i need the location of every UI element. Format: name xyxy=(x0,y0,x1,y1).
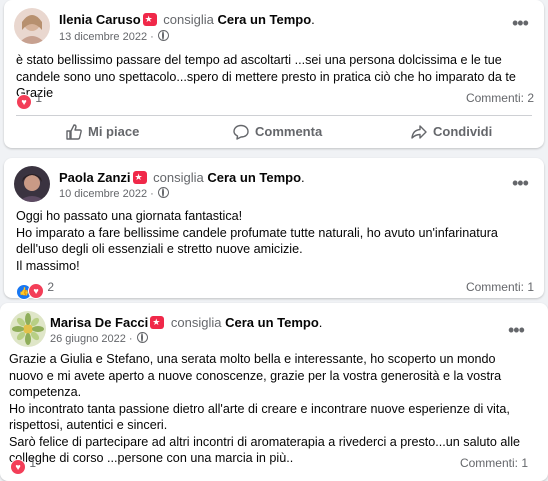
author-name[interactable]: Paola Zanzi xyxy=(59,170,131,185)
post-paragraph: Ho incontrato tanta passione dietro all'… xyxy=(9,401,510,433)
post-date[interactable]: 13 dicembre 2022 xyxy=(59,31,147,43)
avatar[interactable] xyxy=(14,166,50,202)
post-date[interactable]: 26 giugno 2022 xyxy=(50,333,126,345)
recommends-label: consiglia xyxy=(170,315,222,330)
reactions-count: 1 xyxy=(35,91,43,105)
post-paragraph: Ho imparato a fare bellissime candele pr… xyxy=(16,225,498,257)
post-paragraph: Oggi ho passato una giornata fantastica! xyxy=(16,209,243,223)
share-label: Condividi xyxy=(433,124,493,139)
reactions-summary[interactable]: ♥ 1 xyxy=(10,456,36,475)
divider xyxy=(16,115,532,116)
post-date-line: 10 dicembre 2022 · xyxy=(59,187,169,200)
recommends-label: consiglia xyxy=(153,170,204,185)
globe-icon xyxy=(157,30,169,41)
love-reaction-icon: ♥ xyxy=(28,283,44,299)
reactions-summary[interactable]: 👍 ♥ 2 xyxy=(16,280,54,300)
thumbs-up-icon xyxy=(66,124,82,140)
post-card: Marisa De Facci consiglia Cera un Tempo.… xyxy=(0,303,548,481)
post-card: Paola Zanzi consiglia Cera un Tempo. 10 … xyxy=(4,158,544,300)
reactions-count: 1 xyxy=(29,456,37,470)
comments-count[interactable]: Commenti: 1 xyxy=(466,280,534,294)
avatar[interactable] xyxy=(10,311,46,347)
comment-button[interactable]: Commenta xyxy=(233,124,322,140)
reactions-count: 2 xyxy=(47,280,55,294)
post-header: Marisa De Facci consiglia Cera un Tempo. xyxy=(50,315,322,330)
comments-count[interactable]: Commenti: 1 xyxy=(460,456,528,470)
recommend-icon xyxy=(150,316,165,329)
post-paragraph: Sarò felice di partecipare ad altri inco… xyxy=(9,434,521,466)
post-card: Ilenia Caruso consiglia Cera un Tempo. 1… xyxy=(4,0,544,148)
post-text: è stato bellissimo passare del tempo ad … xyxy=(16,52,536,102)
love-reaction-icon: ♥ xyxy=(10,459,26,475)
share-button[interactable]: Condividi xyxy=(411,124,492,140)
comments-count[interactable]: Commenti: 2 xyxy=(466,91,534,105)
post-header: Ilenia Caruso consiglia Cera un Tempo. xyxy=(59,12,315,27)
recommends-label: consiglia xyxy=(163,12,214,27)
post-text: Grazie a Giulia e Stefano, una serata mo… xyxy=(9,351,529,467)
reactions-summary[interactable]: ♥ 1 xyxy=(16,91,42,110)
like-label: Mi piace xyxy=(88,124,140,139)
author-name[interactable]: Marisa De Facci xyxy=(50,315,148,330)
more-options-icon[interactable]: ••• xyxy=(512,174,529,192)
recommend-icon xyxy=(142,13,157,26)
post-paragraph: Grazie a Giulia e Stefano, una serata mo… xyxy=(9,352,502,399)
globe-icon xyxy=(136,332,148,343)
more-options-icon[interactable]: ••• xyxy=(508,321,525,339)
post-paragraph: Il massimo! xyxy=(16,258,80,273)
globe-icon xyxy=(157,187,169,198)
post-date-line: 26 giugno 2022 · xyxy=(50,332,148,345)
love-reaction-icon: ♥ xyxy=(16,94,32,110)
page-name[interactable]: Cera un Tempo xyxy=(207,170,301,185)
post-paragraph: è stato bellissimo passare del tempo ad … xyxy=(16,53,516,100)
post-text: Oggi ho passato una giornata fantastica!… xyxy=(16,208,540,274)
more-options-icon[interactable]: ••• xyxy=(512,14,529,32)
recommend-icon xyxy=(132,171,147,184)
page-name[interactable]: Cera un Tempo xyxy=(217,12,311,27)
like-button[interactable]: Mi piace xyxy=(66,124,139,140)
post-header: Paola Zanzi consiglia Cera un Tempo. xyxy=(59,170,305,185)
comment-label: Commenta xyxy=(255,124,323,139)
avatar[interactable] xyxy=(14,8,50,44)
post-date[interactable]: 10 dicembre 2022 xyxy=(59,188,147,200)
page-name[interactable]: Cera un Tempo xyxy=(225,315,319,330)
share-icon xyxy=(411,125,427,139)
comment-icon xyxy=(233,124,249,140)
post-date-line: 13 dicembre 2022 · xyxy=(59,30,169,43)
author-name[interactable]: Ilenia Caruso xyxy=(59,12,141,27)
